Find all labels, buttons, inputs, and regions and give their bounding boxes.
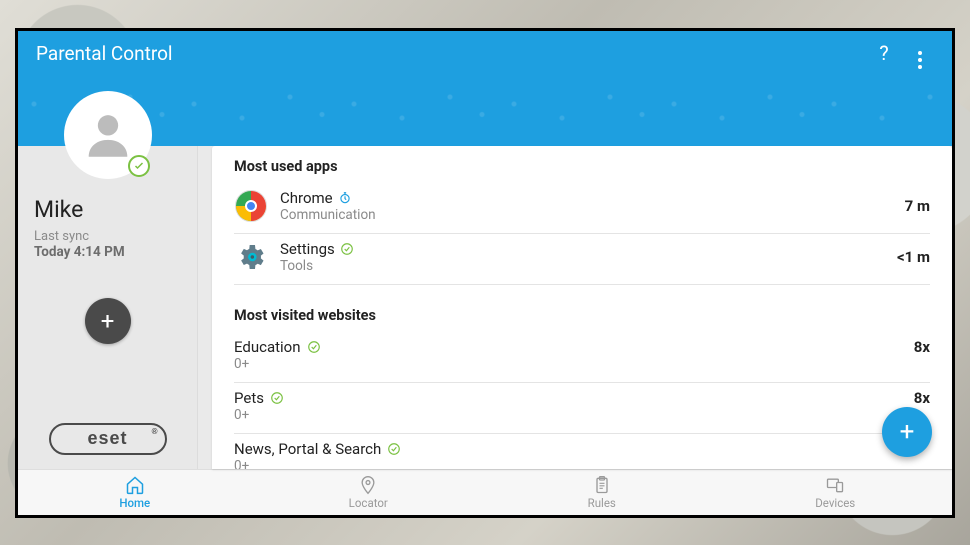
website-age-label: 0+: [234, 458, 930, 469]
hero-banner: [18, 76, 952, 146]
add-child-button[interactable]: +: [85, 298, 131, 344]
website-count: 8x: [914, 389, 930, 407]
nav-home-label: Home: [119, 496, 150, 510]
plus-icon: +: [900, 417, 915, 447]
main-content: Most used apps Chrome: [198, 146, 952, 469]
nav-home[interactable]: Home: [18, 475, 252, 510]
website-row[interactable]: News, Portal & Search 0+: [234, 434, 930, 469]
app-name-label: Settings: [280, 240, 335, 258]
devices-icon: [825, 475, 845, 495]
nav-rules[interactable]: Rules: [485, 475, 719, 510]
nav-rules-label: Rules: [588, 496, 616, 510]
allowed-badge-icon: [270, 391, 284, 405]
help-icon: ?: [879, 41, 888, 65]
content-card: Most used apps Chrome: [212, 146, 952, 469]
sidebar: Mike Last sync Today 4:14 PM + eset®: [18, 146, 198, 469]
child-name: Mike: [34, 196, 181, 223]
last-sync-value: Today 4:14 PM: [34, 244, 181, 260]
allowed-badge-icon: [340, 242, 354, 256]
app-time-value: 7 m: [905, 197, 930, 215]
app-name-label: Chrome: [280, 189, 333, 207]
app-topbar: Parental Control ?: [18, 31, 952, 76]
child-avatar[interactable]: [64, 91, 152, 179]
allowed-badge-icon: [387, 442, 401, 456]
app-row[interactable]: Settings Tools <1 m: [234, 234, 930, 285]
clipboard-icon: [592, 475, 612, 495]
overflow-icon: [918, 50, 922, 70]
app-time-value: <1 m: [897, 248, 930, 266]
app-category-label: Tools: [280, 258, 897, 274]
app-category-label: Communication: [280, 207, 905, 223]
wallpaper: Parental Control ? Mike: [0, 0, 970, 545]
pin-icon: [358, 475, 378, 495]
help-button[interactable]: ?: [866, 41, 902, 65]
bottom-nav: Home Locator Rules Devices: [18, 469, 952, 515]
last-sync-label: Last sync: [34, 229, 181, 244]
website-age-label: 0+: [234, 407, 930, 423]
most-used-apps-title: Most used apps: [234, 158, 930, 175]
most-visited-websites-title: Most visited websites: [234, 307, 930, 324]
status-check-icon: [128, 155, 150, 177]
overflow-menu-button[interactable]: [902, 36, 938, 70]
website-name-label: Pets: [234, 389, 264, 407]
app-row[interactable]: Chrome Communication 7 m: [234, 183, 930, 234]
timed-badge-icon: [338, 191, 352, 205]
website-name-label: Education: [234, 338, 301, 356]
app-window: Parental Control ? Mike: [15, 28, 955, 518]
allowed-badge-icon: [307, 340, 321, 354]
plus-icon: +: [101, 307, 115, 335]
chrome-icon: [234, 189, 268, 223]
website-age-label: 0+: [234, 356, 930, 372]
settings-app-icon: [234, 240, 268, 274]
nav-devices-label: Devices: [815, 496, 855, 510]
website-count: 8x: [914, 338, 930, 356]
website-row[interactable]: Pets 8x 0+: [234, 383, 930, 434]
website-row[interactable]: Education 8x 0+: [234, 332, 930, 383]
nav-devices[interactable]: Devices: [719, 475, 953, 510]
nav-locator[interactable]: Locator: [252, 475, 486, 510]
website-name-label: News, Portal & Search: [234, 440, 381, 458]
nav-locator-label: Locator: [349, 496, 388, 510]
app-title: Parental Control: [36, 42, 173, 65]
eset-logo: eset®: [49, 423, 167, 455]
fab-add-button[interactable]: +: [882, 407, 932, 457]
person-icon: [79, 106, 137, 164]
home-icon: [125, 475, 145, 495]
